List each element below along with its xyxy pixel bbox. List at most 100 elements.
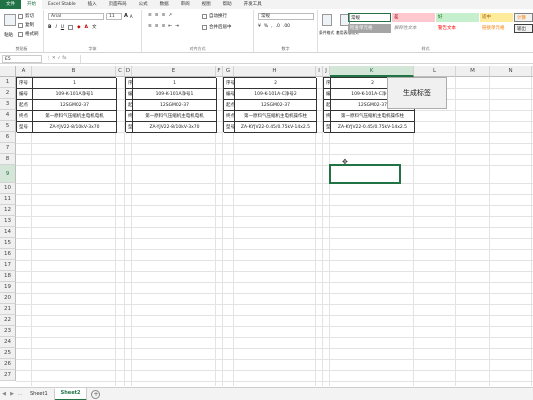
currency-icon[interactable]: ¥ [258,24,261,29]
increase-decimal-icon[interactable]: .0 [276,24,280,29]
table-label-cell[interactable]: 编号 [224,89,235,100]
style-linked-cell[interactable]: 链接单元格 [480,24,513,33]
next-sheet-icon[interactable]: ▶ [8,391,16,397]
italic-icon[interactable]: I [55,25,56,30]
align-left-icon[interactable]: ≡ [148,24,152,29]
indent-decrease-icon[interactable]: ⇤ [168,24,172,29]
column-header-m[interactable]: M [456,66,490,77]
style-normal[interactable]: 常规 [348,13,391,22]
tab-data[interactable]: 数据 [154,0,175,9]
row-header-7[interactable]: 7 [0,143,16,154]
row-header-3[interactable]: 3 [0,99,16,110]
table-value-cell[interactable]: 109-K-101A净号1 [133,89,217,100]
number-format-select[interactable]: 常规 [258,13,314,20]
column-header-d[interactable]: D [125,66,132,77]
row-header-21[interactable]: 21 [0,304,16,315]
table-value-cell[interactable]: 2 [235,78,317,89]
table-value-cell[interactable]: 1 [33,78,117,89]
generate-labels-button[interactable]: 生成标签 [387,77,447,109]
fx-icon[interactable]: ⋮ ✕ ✓ fx [46,55,76,63]
percent-icon[interactable]: % [264,24,268,29]
add-sheet-icon[interactable]: + [91,389,101,399]
row-header-1[interactable]: 1 [0,77,16,88]
table-label-cell[interactable]: 序号 [126,78,133,89]
paste-icon[interactable] [4,14,16,26]
comma-icon[interactable]: , [271,24,272,29]
row-header-20[interactable]: 20 [0,293,16,304]
sheet-tab-sheet2[interactable]: Sheet2 [54,387,88,400]
column-header-i[interactable]: I [316,66,323,77]
table-value-cell[interactable]: 109-K-101A-C净号2 [235,89,317,100]
table-label-cell[interactable]: 终点 [224,111,235,122]
wrap-text-button[interactable]: 自动换行 [202,13,227,19]
table-label-cell[interactable]: 序号 [17,78,33,89]
table-value-cell[interactable]: 12SGM02-37 [33,100,117,111]
table-label-cell[interactable]: 型号 [17,122,33,133]
row-header-25[interactable]: 25 [0,348,16,359]
column-header-e[interactable]: E [132,66,216,77]
column-header-f[interactable]: F [216,66,223,77]
row-header-8[interactable]: 8 [0,154,16,165]
table-value-cell[interactable]: 12SGM02-37 [235,100,317,111]
align-middle-icon[interactable]: ≡ [155,13,159,18]
column-header-h[interactable]: H [234,66,316,77]
tab-page-layout[interactable]: 页面布局 [103,0,133,9]
style-warning[interactable]: 警告文本 [436,24,479,33]
font-color-icon[interactable]: A [85,25,88,30]
conditional-format-icon[interactable] [322,14,332,26]
orientation-icon[interactable]: ↗ [168,13,172,18]
table-label-cell[interactable]: 终点 [17,111,33,122]
formula-input[interactable] [80,55,530,63]
table-label-cell[interactable]: 型号 [126,122,133,133]
copy-button[interactable]: 复制 [18,22,34,28]
tab-view[interactable]: 视图 [196,0,217,9]
phonetic-icon[interactable]: 文 [92,24,97,30]
row-header-26[interactable]: 26 [0,359,16,370]
row-header-17[interactable]: 17 [0,260,16,271]
table-value-cell[interactable]: ZA-KYJV22-0.45/0.75kV-14x2.5 [235,122,317,133]
table-label-cell[interactable]: 起点 [324,100,331,111]
align-right-icon[interactable]: ≡ [162,24,166,29]
tab-insert[interactable]: 插入 [82,0,103,9]
row-header-18[interactable]: 18 [0,271,16,282]
row-header-6[interactable]: 6 [0,132,16,143]
table-label-cell[interactable]: 序号 [224,78,235,89]
grow-font-icon[interactable]: A [124,13,128,19]
font-name-select[interactable]: Arial [48,13,104,20]
sheet-tab-sheet1[interactable]: Sheet1 [24,388,55,400]
name-box[interactable]: E5 [2,55,42,63]
table-value-cell[interactable]: 第一原料气压缩机主电机电机 [33,111,117,122]
tab-formulas[interactable]: 公式 [133,0,154,9]
table-value-cell[interactable]: 12SGM02-37 [133,100,217,111]
column-header-n[interactable]: N [490,66,532,77]
row-header-19[interactable]: 19 [0,282,16,293]
row-header-14[interactable]: 14 [0,227,16,238]
column-header-l[interactable]: L [414,66,456,77]
table-value-cell[interactable]: 第一原料气压缩机主电机操作柱 [331,111,415,122]
table-label-cell[interactable]: 型号 [224,122,235,133]
table-label-cell[interactable]: 终点 [126,111,133,122]
table-label-cell[interactable]: 编号 [17,89,33,100]
border-icon[interactable] [68,24,74,30]
align-bottom-icon[interactable]: ≡ [162,13,166,18]
format-painter-button[interactable]: 格式刷 [18,31,39,37]
table-label-cell[interactable]: 起点 [17,100,33,111]
fill-color-icon[interactable]: ◆ [77,25,80,30]
conditional-format-button[interactable]: 条件格式 [319,30,334,36]
row-header-13[interactable]: 13 [0,216,16,227]
table-label-cell[interactable]: 终点 [324,111,331,122]
more-sheets-icon[interactable]: … [16,391,24,397]
row-header-24[interactable]: 24 [0,337,16,348]
tab-help[interactable]: 帮助 [217,0,238,9]
style-neutral[interactable]: 适中 [480,13,513,22]
column-header-j[interactable]: J [323,66,330,77]
table-label-cell[interactable]: 序号 [324,78,331,89]
shrink-font-icon[interactable]: A [130,14,133,19]
align-center-icon[interactable]: ≡ [155,24,159,29]
column-header-a[interactable]: A [16,66,32,77]
row-header-5[interactable]: 5 [0,121,16,132]
spreadsheet-grid[interactable]: ABCDEFGHIJKLMNO 123456789101112131415161… [0,66,533,386]
row-header-4[interactable]: 4 [0,110,16,121]
table-value-cell[interactable]: ZA-KYJV22-0.45/0.75kV-14x2.5 [331,122,415,133]
table-value-cell[interactable]: 109-K-101A净号1 [33,89,117,100]
